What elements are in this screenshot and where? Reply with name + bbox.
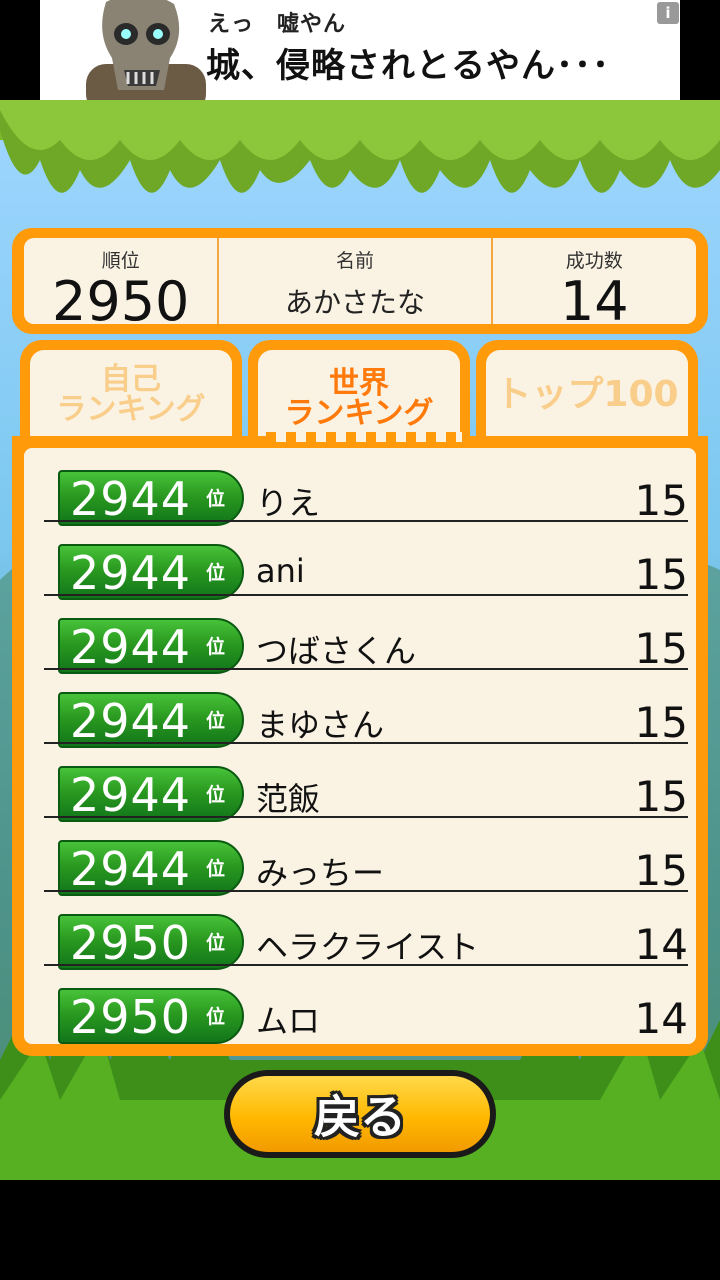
player-stats-panel: 順位 2950 名前 あかさたな 成功数 14 xyxy=(12,228,708,334)
rank-suffix: 位 xyxy=(206,858,226,880)
rank-number: 2944 xyxy=(70,842,192,896)
rank-suffix: 位 xyxy=(206,1006,226,1028)
rank-label: 順位 xyxy=(101,250,140,272)
rank-badge: 2944 位 xyxy=(58,618,244,674)
back-button-label: 戻る xyxy=(314,1090,406,1144)
back-button[interactable]: 戻る xyxy=(224,1070,496,1158)
rank-badge: 2944 位 xyxy=(58,692,244,748)
rank-suffix: 位 xyxy=(206,710,226,732)
player-name: ani xyxy=(256,552,305,590)
active-tab-indicator xyxy=(266,432,462,442)
score: 15 xyxy=(634,772,688,821)
score: 15 xyxy=(634,624,688,673)
ad-headline: 城、侵略されとるやん･･･ xyxy=(206,46,610,86)
list-item: 2944 位 みっちー 15 xyxy=(44,818,688,896)
list-item: 2944 位 りえ 15 xyxy=(44,448,688,526)
tab-label-line2: ランキング xyxy=(284,396,434,431)
score: 15 xyxy=(634,846,688,895)
player-name: まゆさん xyxy=(256,706,385,744)
rank-badge: 2950 位 xyxy=(58,988,244,1044)
player-name: りえ xyxy=(256,484,321,522)
success-value: 14 xyxy=(559,270,629,333)
rank-badge: 2944 位 xyxy=(58,470,244,526)
player-name: ムロ xyxy=(256,1002,321,1040)
rank-number: 2944 xyxy=(70,620,192,674)
list-item: 2944 位 ani 15 xyxy=(44,522,688,600)
player-name: 范飯 xyxy=(256,780,321,818)
rank-suffix: 位 xyxy=(206,488,226,510)
list-item: 2944 位 范飯 15 xyxy=(44,744,688,822)
rank-badge: 2944 位 xyxy=(58,840,244,896)
success-cell: 成功数 14 xyxy=(490,238,696,331)
rank-badge: 2944 位 xyxy=(58,766,244,822)
ad-banner[interactable]: えっ 嘘やん 城、侵略されとるやん･･･ xyxy=(40,0,680,100)
rank-suffix: 位 xyxy=(206,932,226,954)
name-label: 名前 xyxy=(336,250,375,272)
player-name: あかさたな xyxy=(285,286,426,319)
tab-top100[interactable]: トップ100 xyxy=(476,340,698,440)
rank-suffix: 位 xyxy=(206,784,226,806)
ranking-list-panel: 2944 位 りえ 15 2944 位 ani 15 2944 位 つばさくん … xyxy=(12,436,708,1056)
rank-cell: 順位 2950 xyxy=(24,238,217,331)
rank-number: 2950 xyxy=(70,990,192,1044)
ad-subtitle: えっ 嘘やん xyxy=(208,12,347,37)
player-name: つばさくん xyxy=(256,632,417,670)
rank-suffix: 位 xyxy=(206,636,226,658)
score: 15 xyxy=(634,550,688,599)
score: 14 xyxy=(634,920,688,969)
tab-label-line2: ランキング xyxy=(56,392,206,427)
info-icon[interactable]: i xyxy=(657,2,679,24)
rank-number: 2944 xyxy=(70,472,192,526)
success-label: 成功数 xyxy=(565,250,623,272)
player-name: ヘラクライスト xyxy=(256,928,480,966)
tab-label-line1: トップ100 xyxy=(495,374,679,415)
tab-label-line1: 世界 xyxy=(329,366,389,401)
list-item: 2944 位 まゆさん 15 xyxy=(44,670,688,748)
player-name: みっちー xyxy=(256,854,385,892)
rank-suffix: 位 xyxy=(206,562,226,584)
score: 15 xyxy=(634,476,688,525)
rank-number: 2950 xyxy=(70,916,192,970)
tab-label-line1: 自己 xyxy=(101,362,161,397)
list-item: 2944 位 つばさくん 15 xyxy=(44,596,688,674)
score: 15 xyxy=(634,698,688,747)
rank-number: 2944 xyxy=(70,694,192,748)
rank-number: 2944 xyxy=(70,768,192,822)
rank-badge: 2944 位 xyxy=(58,544,244,600)
name-cell: 名前 あかさたな xyxy=(217,238,490,324)
rank-badge: 2950 位 xyxy=(58,914,244,970)
rank-value: 2950 xyxy=(51,270,190,333)
rank-number: 2944 xyxy=(70,546,192,600)
tab-self-ranking[interactable]: 自己 ランキング xyxy=(20,340,242,440)
list-item: 2950 位 ムロ 14 xyxy=(44,966,688,1044)
ranking-list[interactable]: 2944 位 りえ 15 2944 位 ani 15 2944 位 つばさくん … xyxy=(24,448,696,1044)
score: 14 xyxy=(634,994,688,1043)
list-item: 2950 位 ヘラクライスト 14 xyxy=(44,892,688,970)
skeleton-icon xyxy=(86,0,206,100)
